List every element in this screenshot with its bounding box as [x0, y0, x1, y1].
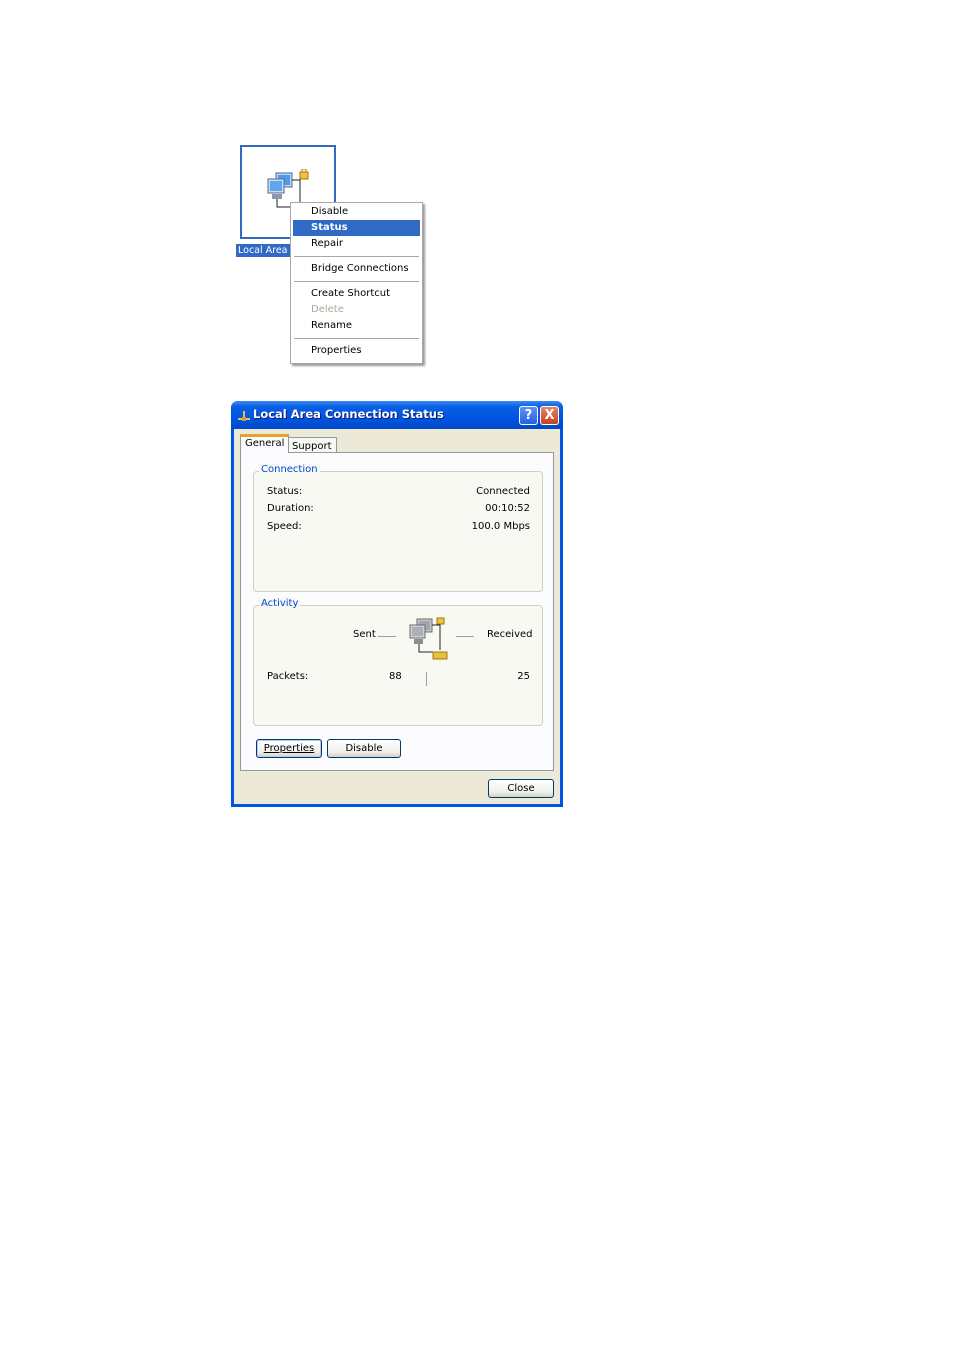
disable-button[interactable]: Disable [327, 739, 401, 758]
menu-item-repair[interactable]: Repair [293, 236, 420, 252]
activity-group-title: Activity [259, 598, 301, 609]
title-bar[interactable]: Local Area Connection Status ? X [231, 401, 563, 429]
speed-value: 100.0 Mbps [471, 521, 530, 532]
menu-item-delete: Delete [311, 304, 344, 315]
status-dialog: Local Area Connection Status ? X General… [231, 401, 563, 807]
received-line [456, 636, 474, 637]
menu-separator [294, 338, 419, 339]
packets-received-value: 25 [517, 671, 530, 682]
received-label: Received [487, 629, 533, 640]
duration-label: Duration: [267, 503, 314, 514]
desktop-icon-label[interactable]: Local Area Connection [236, 244, 296, 257]
activity-network-icon [409, 617, 448, 660]
status-label: Status: [267, 486, 303, 497]
sent-label: Sent [353, 629, 376, 640]
menu-item-properties[interactable]: Properties [293, 343, 420, 359]
context-menu: Disable Status Repair Bridge Connections… [290, 202, 423, 364]
tab-general[interactable]: General [240, 434, 290, 453]
general-tab-page: Connection Status: Connected Duration: 0… [240, 452, 554, 771]
status-value: Connected [476, 486, 530, 497]
connection-group: Connection Status: Connected Duration: 0… [253, 464, 543, 592]
speed-label: Speed: [267, 521, 302, 532]
menu-item-rename[interactable]: Rename [293, 318, 420, 334]
close-button[interactable]: Close [488, 779, 554, 798]
close-window-button[interactable]: X [540, 406, 559, 425]
activity-group: Activity Sent Received Packets: 88 25 [253, 598, 543, 726]
menu-item-disable[interactable]: Disable [293, 204, 420, 220]
help-button[interactable]: ? [519, 406, 538, 425]
activity-divider [426, 672, 427, 686]
menu-separator [294, 281, 419, 282]
network-connection-icon [238, 411, 250, 421]
dialog-title: Local Area Connection Status [253, 407, 444, 421]
packets-label: Packets: [267, 671, 309, 682]
properties-button[interactable]: Properties [256, 739, 322, 758]
sent-line [378, 636, 396, 637]
duration-value: 00:10:52 [485, 503, 530, 514]
menu-item-create-shortcut[interactable]: Create Shortcut [293, 286, 420, 302]
dialog-client-area: General Support Connection Status: Conne… [234, 429, 560, 804]
connection-group-title: Connection [259, 464, 320, 475]
menu-item-status[interactable]: Status [293, 220, 420, 236]
menu-separator [294, 256, 419, 257]
menu-item-bridge-connections[interactable]: Bridge Connections [293, 261, 420, 277]
packets-sent-value: 88 [389, 671, 402, 682]
